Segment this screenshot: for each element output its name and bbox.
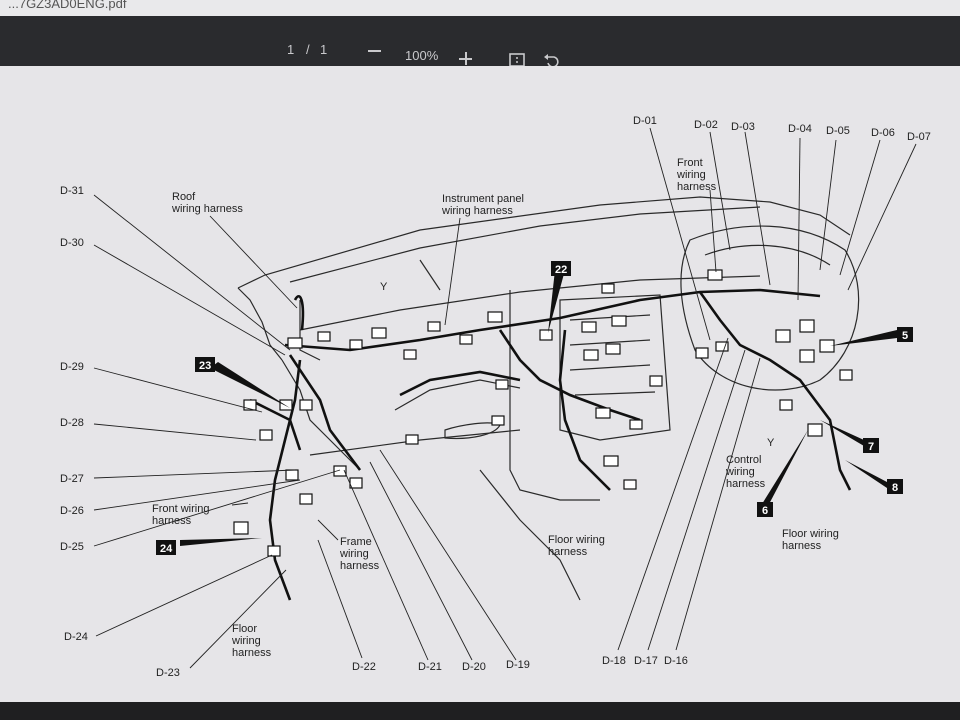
instrument-harness-label: Instrument panel wiring harness [441, 193, 524, 217]
connector-code-bottom: D-22 [352, 661, 376, 673]
connector-code-bottom: D-20 [462, 661, 486, 673]
callout-boxes: 22 23 24 5 7 8 6 [156, 261, 913, 555]
connector-code-left: D-23 [156, 667, 180, 679]
connector-code-bottom: D-16 [664, 655, 688, 667]
callout-number: 23 [199, 360, 211, 372]
frame-harness-label: Frame wiring harness [339, 536, 380, 572]
connector-code-top: D-03 [731, 121, 755, 133]
callout-number: 8 [892, 482, 898, 494]
connector-code-top: D-06 [871, 127, 895, 139]
y-mark-left: Y [380, 281, 388, 293]
callout-number: 22 [555, 264, 567, 276]
file-title-strip: ...7GZ3AD0ENG.pdf [0, 0, 960, 16]
connector-code-top: D-05 [826, 125, 850, 137]
pdf-page: Roof wiring harness Instrument panel wirin… [0, 66, 960, 702]
connector-code-left: D-28 [60, 417, 84, 429]
connector-code-left: D-26 [60, 505, 84, 517]
page-separator: / [306, 42, 310, 57]
connector-code-left: D-27 [60, 473, 84, 485]
connector-code-bottom: D-19 [506, 659, 530, 671]
connector-code-bottom: D-17 [634, 655, 658, 667]
callout-number: 5 [902, 330, 908, 342]
connector-code-top: D-04 [788, 123, 812, 135]
roof-harness-label: Roof wiring harness [171, 191, 243, 215]
floor-harness-label-center: Floor wiring harness [548, 534, 605, 558]
connector-code-top: D-01 [633, 115, 657, 127]
front-harness-label-left: Front wiring harness [152, 503, 209, 527]
floor-harness-label-right: Floor wiring harness [782, 528, 839, 552]
floor-harness-label-left: Floor wiring harness [231, 623, 272, 659]
plus-icon[interactable] [459, 52, 473, 66]
callout-number: 6 [762, 505, 768, 517]
connector-code-bottom: D-21 [418, 661, 442, 673]
control-harness-label: Control wiring harness [725, 454, 766, 490]
minus-icon[interactable] [368, 49, 382, 53]
connector-code-left: D-30 [60, 237, 84, 249]
connector-code-top: D-07 [907, 131, 931, 143]
front-harness-label-top: Front wiring harness [676, 157, 717, 193]
y-mark-right: Y [767, 437, 775, 449]
connector-code-left: D-25 [60, 541, 84, 553]
connector-code-left: D-24 [64, 631, 88, 643]
callout-number: 7 [868, 441, 874, 453]
file-name: ...7GZ3AD0ENG.pdf [8, 0, 127, 11]
page-current[interactable]: 1 [287, 42, 294, 57]
connector-code-bottom: D-18 [602, 655, 626, 667]
zoom-level[interactable]: 100% [405, 48, 438, 63]
connector-code-left: D-31 [60, 185, 84, 197]
connector-code-top: D-02 [694, 119, 718, 131]
connector-code-left: D-29 [60, 361, 84, 373]
page-total: 1 [320, 42, 328, 57]
wiring-harness-diagram: Roof wiring harness Instrument panel wirin… [60, 115, 931, 679]
callout-number: 24 [160, 543, 173, 555]
